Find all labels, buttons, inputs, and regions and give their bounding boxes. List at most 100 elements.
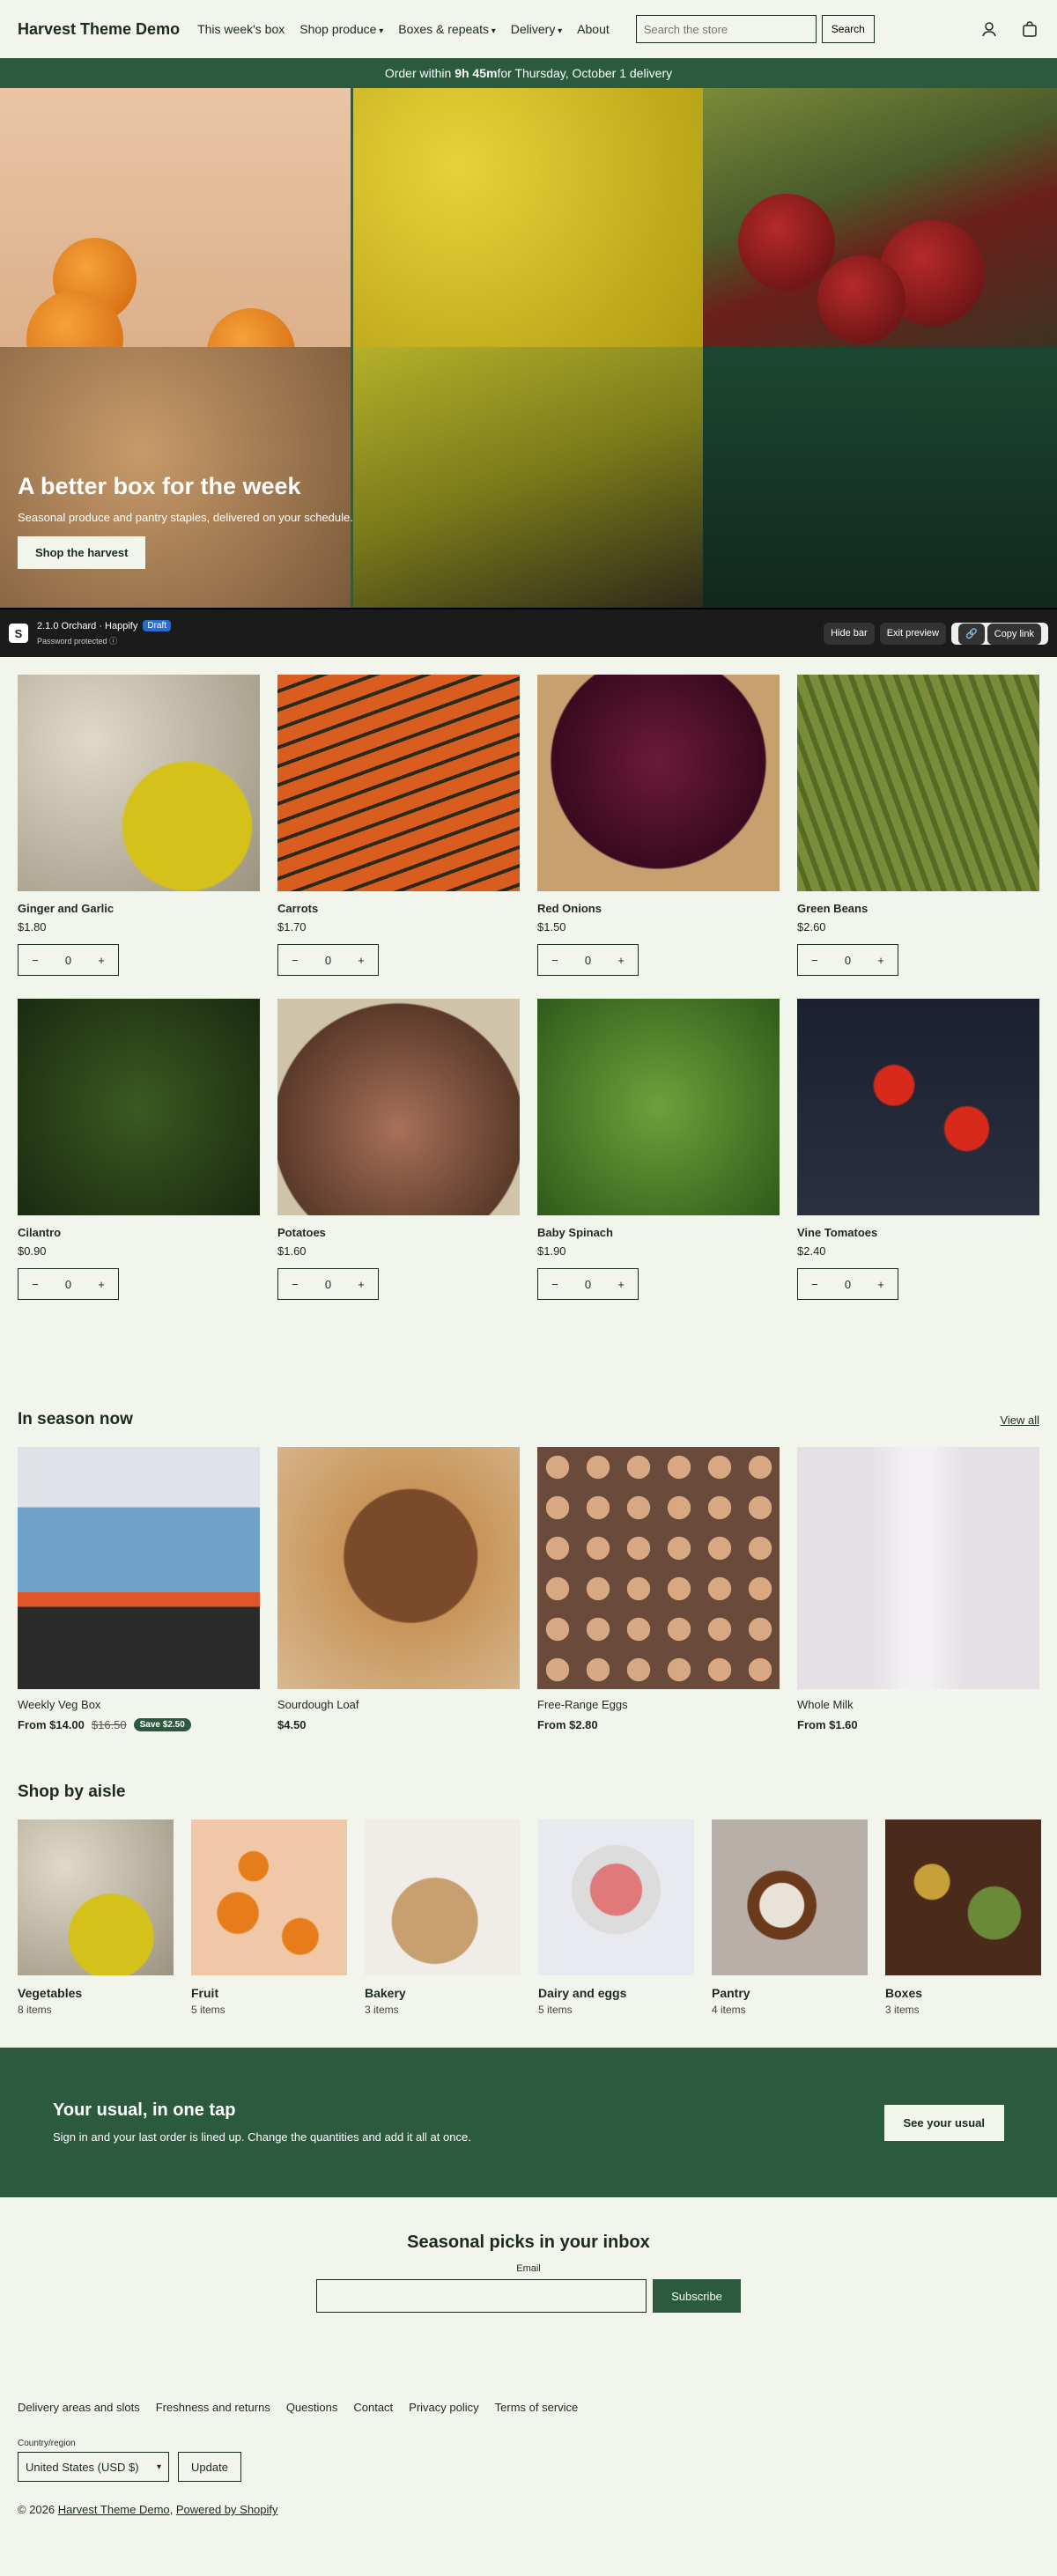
product-image[interactable] xyxy=(537,999,780,1215)
increase-button[interactable]: + xyxy=(98,954,105,967)
aisle-card[interactable]: Bakery 3 items xyxy=(365,1819,521,2016)
product-name[interactable]: Cilantro xyxy=(18,1226,260,1239)
quantity-value[interactable]: 0 xyxy=(65,1278,71,1291)
product-name[interactable]: Green Beans xyxy=(797,902,1039,915)
footer-link[interactable]: Privacy policy xyxy=(409,2401,478,2414)
product-name[interactable]: Vine Tomatoes xyxy=(797,1226,1039,1239)
decrease-button[interactable]: − xyxy=(551,1278,558,1291)
hide-bar-button[interactable]: Hide bar xyxy=(824,622,875,645)
increase-button[interactable]: + xyxy=(358,1278,365,1291)
account-icon[interactable] xyxy=(979,19,999,39)
increase-button[interactable]: + xyxy=(358,954,365,967)
season-name[interactable]: Sourdough Loaf xyxy=(277,1698,520,1711)
aisle-card[interactable]: Boxes 3 items xyxy=(885,1819,1041,2016)
product-image[interactable] xyxy=(277,675,520,891)
product-name[interactable]: Potatoes xyxy=(277,1226,520,1239)
search-button[interactable]: Search xyxy=(821,15,875,43)
nav-item[interactable]: Shop produce ▾ xyxy=(299,22,383,36)
draft-badge: Draft xyxy=(143,620,172,631)
quantity-value[interactable]: 0 xyxy=(65,954,71,967)
product-image[interactable] xyxy=(797,675,1039,891)
decrease-button[interactable]: − xyxy=(292,954,299,967)
store-link[interactable]: Harvest Theme Demo xyxy=(58,2503,170,2516)
nav-item[interactable]: Boxes & repeats ▾ xyxy=(398,22,496,36)
aisle-image[interactable] xyxy=(538,1819,694,1975)
powered-by-link[interactable]: Powered by Shopify xyxy=(176,2503,278,2516)
nav-item[interactable]: This week's box xyxy=(197,22,285,36)
quantity-value[interactable]: 0 xyxy=(585,954,591,967)
product-image[interactable] xyxy=(797,999,1039,1215)
decrease-button[interactable]: − xyxy=(32,1278,39,1291)
product-image[interactable] xyxy=(537,675,780,891)
search-input[interactable] xyxy=(635,15,817,43)
aisle-name[interactable]: Dairy and eggs xyxy=(538,1986,694,2000)
exit-preview-button[interactable]: Exit preview xyxy=(879,622,946,645)
aisle-card[interactable]: Vegetables 8 items xyxy=(18,1819,174,2016)
decrease-button[interactable]: − xyxy=(811,1278,818,1291)
product-image[interactable] xyxy=(18,675,260,891)
aisle-count: 8 items xyxy=(18,2004,52,2016)
aisle-name[interactable]: Fruit xyxy=(191,1986,347,2000)
update-button[interactable]: Update xyxy=(178,2452,241,2482)
aisle-name[interactable]: Boxes xyxy=(885,1986,1041,2000)
product-name[interactable]: Red Onions xyxy=(537,902,780,915)
aisle-image[interactable] xyxy=(712,1819,868,1975)
product-image[interactable] xyxy=(18,999,260,1215)
footer-link[interactable]: Contact xyxy=(353,2401,393,2414)
footer-link[interactable]: Delivery areas and slots xyxy=(18,2401,140,2414)
season-name[interactable]: Weekly Veg Box xyxy=(18,1698,260,1711)
email-field[interactable] xyxy=(316,2279,647,2313)
aisle-grid: Vegetables 8 items Fruit 5 items Bakery 3 ite… xyxy=(0,1802,1057,2016)
aisle-name[interactable]: Bakery xyxy=(365,1986,521,2000)
aisle-card[interactable]: Dairy and eggs 5 items xyxy=(538,1819,694,2016)
country-select[interactable]: United States (USD $) ▾ xyxy=(18,2452,169,2482)
increase-button[interactable]: + xyxy=(877,1278,884,1291)
cart-icon[interactable] xyxy=(1020,19,1039,39)
decrease-button[interactable]: − xyxy=(32,954,39,967)
decrease-button[interactable]: − xyxy=(292,1278,299,1291)
aisle-image[interactable] xyxy=(18,1819,174,1975)
nav-item[interactable]: About xyxy=(577,22,610,36)
quantity-value[interactable]: 0 xyxy=(845,954,851,967)
product-name[interactable]: Baby Spinach xyxy=(537,1226,780,1239)
aisle-card[interactable]: Fruit 5 items xyxy=(191,1819,347,2016)
view-all-link[interactable]: View all xyxy=(1000,1413,1039,1427)
nav-item[interactable]: Delivery ▾ xyxy=(511,22,562,36)
season-name[interactable]: Free-Range Eggs xyxy=(537,1698,780,1711)
aisle-name[interactable]: Vegetables xyxy=(18,1986,174,2000)
aisle-name[interactable]: Pantry xyxy=(712,1986,868,2000)
footer-link[interactable]: Terms of service xyxy=(495,2401,579,2414)
site-header: Harvest Theme Demo This week's box Shop p… xyxy=(0,0,1057,58)
subscribe-button[interactable]: Subscribe xyxy=(653,2279,741,2313)
see-usual-button[interactable]: See your usual xyxy=(883,2104,1004,2141)
aisle-image[interactable] xyxy=(885,1819,1041,1975)
aisle-image[interactable] xyxy=(365,1819,521,1975)
site-logo[interactable]: Harvest Theme Demo xyxy=(18,20,180,39)
quantity-value[interactable]: 0 xyxy=(325,954,331,967)
copy-link-button[interactable]: 🔗 Copy link xyxy=(950,622,1048,645)
quantity-value[interactable]: 0 xyxy=(325,1278,331,1291)
quantity-value[interactable]: 0 xyxy=(845,1278,851,1291)
increase-button[interactable]: + xyxy=(617,954,625,967)
info-icon[interactable]: ⓘ xyxy=(109,637,117,646)
product-name[interactable]: Ginger and Garlic xyxy=(18,902,260,915)
decrease-button[interactable]: − xyxy=(551,954,558,967)
quantity-value[interactable]: 0 xyxy=(585,1278,591,1291)
season-image[interactable] xyxy=(18,1447,260,1689)
aisle-card[interactable]: Pantry 4 items xyxy=(712,1819,868,2016)
season-name[interactable]: Whole Milk xyxy=(797,1698,1039,1711)
increase-button[interactable]: + xyxy=(617,1278,625,1291)
increase-button[interactable]: + xyxy=(877,954,884,967)
footer-link[interactable]: Questions xyxy=(286,2401,338,2414)
product-image[interactable] xyxy=(277,999,520,1215)
season-image[interactable] xyxy=(797,1447,1039,1689)
season-image[interactable] xyxy=(537,1447,780,1689)
product-price: $1.70 xyxy=(277,920,307,934)
aisle-image[interactable] xyxy=(191,1819,347,1975)
shop-harvest-button[interactable]: Shop the harvest xyxy=(18,536,146,569)
increase-button[interactable]: + xyxy=(98,1278,105,1291)
decrease-button[interactable]: − xyxy=(811,954,818,967)
product-name[interactable]: Carrots xyxy=(277,902,520,915)
season-image[interactable] xyxy=(277,1447,520,1689)
footer-link[interactable]: Freshness and returns xyxy=(156,2401,270,2414)
